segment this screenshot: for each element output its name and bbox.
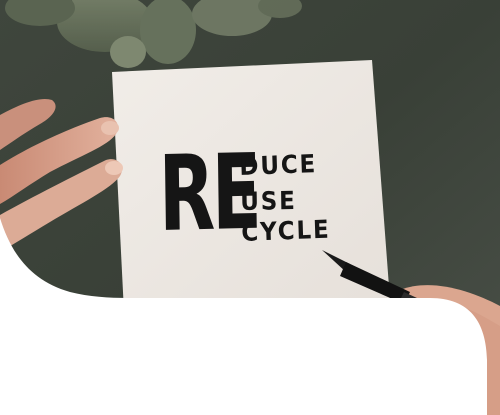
photo-card: RE DUCE USE CYCLE [0, 0, 500, 415]
white-curve-overlay [0, 218, 487, 415]
